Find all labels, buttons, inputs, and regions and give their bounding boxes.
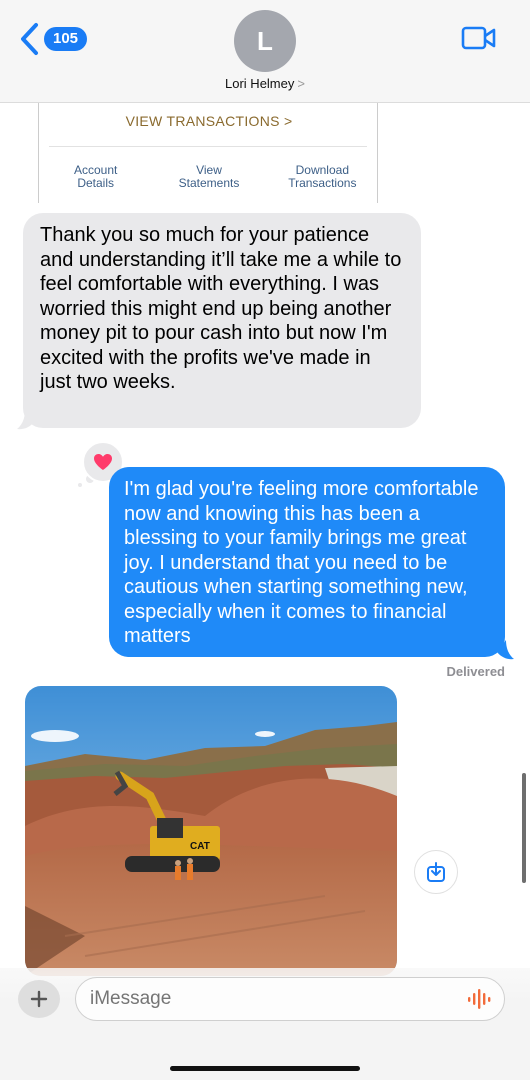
message-input[interactable] — [75, 977, 505, 1021]
chevron-right-icon: > — [297, 76, 305, 91]
account-details-link: Account Details — [51, 164, 141, 190]
sent-message-bubble[interactable]: I'm glad you're feeling more comfortable… — [109, 467, 505, 657]
unread-count-badge: 105 — [44, 27, 88, 51]
plus-icon — [30, 990, 48, 1008]
avatar-initial: L — [257, 25, 273, 56]
chevron-left-icon — [21, 23, 38, 55]
video-call-icon[interactable] — [461, 24, 497, 52]
download-icon — [427, 862, 445, 882]
card-links: Account Details View Statements Download… — [39, 164, 379, 190]
conversation-header: 105 L Lori Helmey > — [0, 0, 530, 103]
link-line: Statements — [178, 176, 240, 190]
audio-waveform-icon[interactable] — [466, 988, 492, 1010]
tapback-dot — [78, 483, 82, 487]
back-button[interactable]: 105 — [18, 22, 88, 56]
heart-icon — [94, 454, 112, 470]
save-photo-button[interactable] — [414, 850, 458, 894]
contact-avatar[interactable]: L — [234, 10, 296, 72]
contact-name-button[interactable]: Lori Helmey > — [0, 76, 530, 91]
download-transactions-link: Download Transactions — [277, 164, 367, 190]
contact-name: Lori Helmey — [225, 76, 295, 91]
machine-label: CAT — [190, 841, 210, 852]
delivery-status: Delivered — [446, 664, 505, 679]
received-message-bubble[interactable]: Thank you so much for your patience and … — [23, 213, 421, 428]
photo-attachment[interactable]: CAT — [25, 686, 397, 976]
link-line: Details — [77, 176, 114, 190]
view-transactions-link: VIEW TRANSACTIONS > — [125, 113, 293, 129]
screenshot-attachment[interactable]: VIEW TRANSACTIONS > Account Details View… — [38, 103, 378, 203]
link-line: Transactions — [288, 176, 357, 190]
add-attachment-button[interactable] — [18, 980, 60, 1018]
home-indicator[interactable] — [170, 1066, 360, 1071]
excavator-photo: CAT — [25, 686, 397, 976]
scrollbar[interactable] — [522, 773, 526, 883]
view-statements-link: View Statements — [164, 164, 254, 190]
divider — [49, 146, 367, 147]
